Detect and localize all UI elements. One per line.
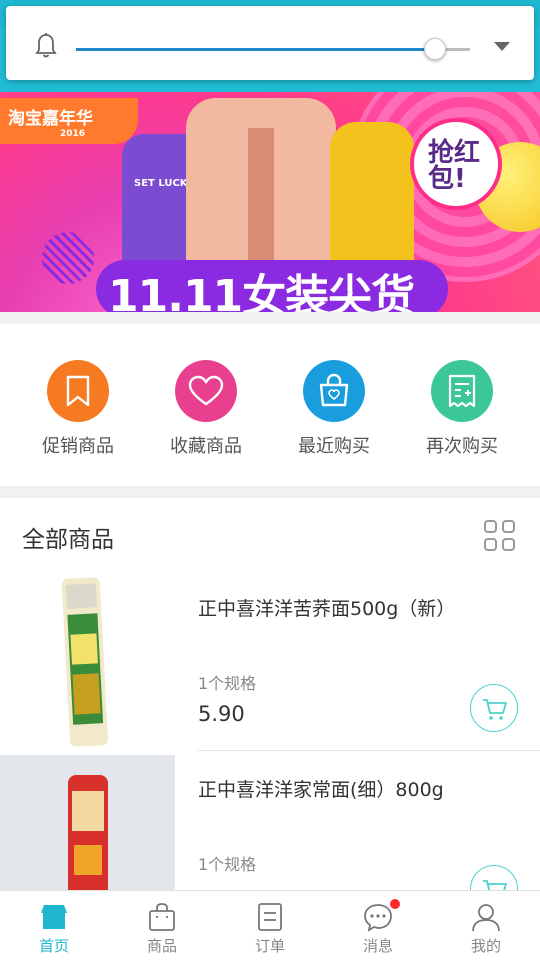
quick-entry-recent[interactable]: 最近购买: [270, 360, 398, 458]
product-item[interactable]: 正中喜洋洋苦荞面500g（新） 1个规格 5.90: [0, 574, 540, 754]
product-item[interactable]: 正中喜洋洋家常面(细）800g 1个规格: [0, 755, 540, 890]
banner-logo: 淘宝嘉年华 2016: [0, 98, 138, 144]
chevron-down-icon[interactable]: [494, 42, 510, 51]
product-name: 正中喜洋洋苦荞面500g（新）: [198, 598, 456, 620]
tab-messages[interactable]: 消息: [324, 891, 432, 960]
banner-logo-text: 淘宝嘉年华: [8, 109, 93, 129]
quick-entry-circle: [431, 360, 493, 422]
add-to-cart-button[interactable]: [470, 684, 518, 732]
bag-icon: [149, 903, 175, 931]
volume-slider[interactable]: [76, 38, 470, 60]
volume-fill: [76, 48, 435, 51]
shopping-bag-icon: [319, 373, 349, 407]
section-title: 全部商品: [22, 527, 114, 553]
order-icon: [258, 903, 282, 931]
tab-label: 订单: [254, 937, 285, 955]
tab-label: 首页: [38, 937, 69, 955]
quick-entry-label: 再次购买: [426, 436, 498, 457]
divider: [198, 750, 540, 751]
user-icon: [472, 904, 500, 932]
product-name: 正中喜洋洋家常面(细）800g: [198, 779, 444, 801]
quick-entry-circle: [303, 360, 365, 422]
banner-title: 11.11女装尖货: [108, 271, 415, 312]
quick-entry-label: 促销商品: [42, 436, 114, 457]
promo-banner[interactable]: 淘宝嘉年华 2016 SET LUCKY 抢红包! 11.11女装尖货: [0, 92, 540, 312]
tab-label: 商品: [146, 937, 177, 955]
quick-entry-circle: [47, 360, 109, 422]
banner-logo-year: 2016: [60, 129, 86, 139]
product-list: 全部商品 正中喜洋洋苦荞面500g（新） 1个规格 5.90 正中喜洋洋家常面(…: [0, 498, 540, 890]
tab-home[interactable]: 首页: [0, 891, 108, 960]
quick-entry-rebuy[interactable]: 再次购买: [398, 360, 526, 458]
quick-entries: 促销商品 收藏商品 最近购买 再次购买: [0, 324, 540, 486]
product-image: [0, 755, 175, 890]
unread-badge: [390, 899, 400, 909]
add-to-cart-button[interactable]: [470, 865, 518, 890]
quick-entry-label: 最近购买: [298, 436, 370, 457]
quick-entry-label: 收藏商品: [170, 436, 242, 457]
quick-entry-promotions[interactable]: 促销商品: [14, 360, 142, 458]
grab-red-packet-text: 抢红包!: [428, 138, 481, 194]
cart-icon: [483, 880, 507, 890]
heart-icon: [188, 375, 224, 406]
tab-me[interactable]: 我的: [432, 891, 540, 960]
banner-decoration-dots: [42, 232, 94, 284]
tab-orders[interactable]: 订单: [216, 891, 324, 960]
quick-entry-circle: [175, 360, 237, 422]
tab-products[interactable]: 商品: [108, 891, 216, 960]
tab-label: 消息: [362, 937, 393, 955]
bell-icon[interactable]: [34, 32, 58, 60]
product-spec: 1个规格: [198, 855, 257, 874]
home-icon: [41, 905, 67, 929]
grab-red-packet-badge: 抢红包!: [410, 118, 502, 210]
cart-icon: [483, 699, 507, 720]
product-image: [0, 574, 175, 754]
tab-label: 我的: [470, 937, 501, 955]
receipt-icon: [448, 374, 476, 408]
bottom-tab-bar: 首页 商品 订单 消息 我的: [0, 890, 540, 960]
volume-panel: [6, 6, 534, 80]
bookmark-icon: [66, 375, 90, 407]
chat-icon: [364, 904, 392, 932]
quick-entry-favorites[interactable]: 收藏商品: [142, 360, 270, 458]
product-spec: 1个规格: [198, 674, 257, 693]
grid-icon[interactable]: [484, 520, 516, 552]
product-price: 5.90: [198, 702, 245, 726]
volume-thumb[interactable]: [424, 38, 446, 60]
